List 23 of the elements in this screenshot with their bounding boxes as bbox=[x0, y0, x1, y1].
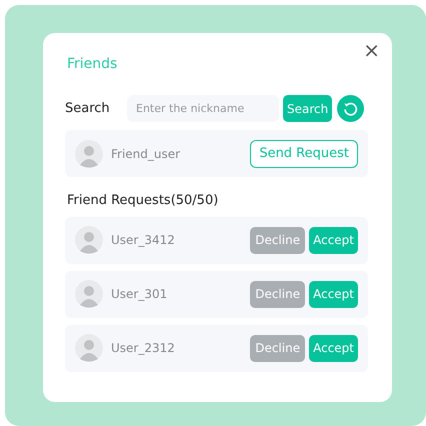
search-label: Search bbox=[65, 100, 111, 118]
avatar-icon bbox=[75, 280, 103, 308]
accept-button[interactable]: Accept bbox=[309, 334, 358, 362]
dialog-title: Friends bbox=[67, 55, 118, 74]
user-name: User_301 bbox=[111, 286, 168, 303]
avatar-icon bbox=[75, 140, 103, 168]
avatar-icon bbox=[75, 334, 103, 362]
avatar-icon bbox=[75, 226, 103, 254]
decline-button[interactable]: Decline bbox=[250, 226, 306, 254]
close-button[interactable]: × bbox=[359, 39, 384, 61]
section-heading: Friend Requests(50/50) bbox=[67, 192, 220, 210]
user-name: Friend_user bbox=[111, 146, 182, 162]
search-field[interactable]: Enter the nickname bbox=[127, 95, 279, 122]
send-request-button[interactable]: Send Request bbox=[250, 140, 358, 168]
accept-button[interactable]: Accept bbox=[309, 226, 358, 254]
decline-button[interactable]: Decline bbox=[250, 334, 306, 362]
refresh-button[interactable] bbox=[337, 95, 364, 122]
accept-button[interactable]: Accept bbox=[309, 280, 358, 308]
user-name: User_3412 bbox=[111, 232, 176, 249]
user-name: User_2312 bbox=[111, 340, 176, 357]
decline-button[interactable]: Decline bbox=[250, 280, 306, 308]
refresh-icon bbox=[343, 101, 358, 116]
search-button[interactable]: Search bbox=[283, 95, 332, 122]
